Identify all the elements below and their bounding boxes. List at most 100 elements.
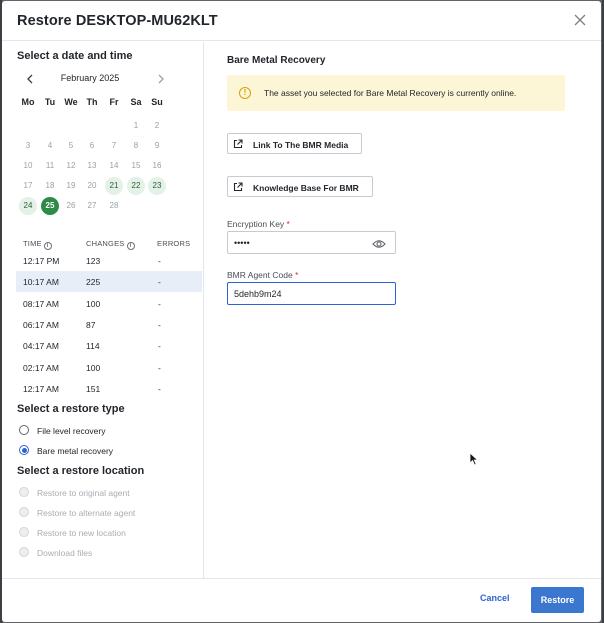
calendar-day: 2 (154, 121, 160, 130)
calendar-day: 8 (133, 141, 139, 150)
calendar-day: 7 (111, 141, 117, 150)
calendar-day: 10 (23, 161, 33, 170)
calendar-day: 12 (66, 161, 76, 170)
errors-column-header: ERRORS (157, 239, 191, 248)
dialog-header: Restore DESKTOP-MU62KLT (2, 1, 601, 41)
weekday-label: Fr (109, 97, 119, 107)
changes-header-label: CHANGES (86, 239, 125, 248)
snapshot-changes: 100 (86, 362, 101, 373)
snapshot-changes: 114 (86, 341, 100, 352)
calendar-day: 3 (25, 141, 31, 150)
restore-dialog: Restore DESKTOP-MU62KLT Select a date an… (2, 1, 601, 622)
snapshot-time: 02:17 AM (23, 362, 59, 373)
calendar-day: 15 (131, 161, 141, 170)
calendar-day[interactable]: 21 (105, 177, 123, 195)
snapshot-time: 12:17 AM (23, 383, 59, 394)
restore-location-radio (19, 547, 29, 557)
snapshot-time: 04:17 AM (23, 341, 59, 352)
restore-location-label: Restore to original agent (37, 488, 130, 498)
required-mark: * (286, 219, 290, 229)
agent-code-label: BMR Agent Code * (227, 270, 298, 280)
restore-button[interactable]: Restore (531, 587, 584, 613)
snapshot-changes: 123 (86, 256, 101, 266)
restore-location-radio (19, 487, 29, 497)
required-mark: * (295, 270, 299, 280)
snapshot-errors: - (158, 341, 161, 352)
info-icon: i (126, 242, 135, 250)
snapshot-row[interactable]: 06:17 AM 87 - (16, 314, 202, 335)
snapshot-row[interactable]: 12:17 AM 151 - (16, 378, 202, 399)
snapshot-row[interactable]: 10:17 AM 225 - (16, 271, 202, 293)
calendar-day: 19 (66, 181, 76, 190)
encryption-key-label: Encryption Key * (227, 219, 290, 229)
weekday-label: Tu (44, 97, 56, 107)
restore-type-radio[interactable] (19, 425, 29, 435)
calendar-day: 14 (109, 161, 119, 170)
cancel-button[interactable]: Cancel (480, 593, 510, 603)
calendar-day: 4 (47, 141, 53, 150)
external-link-icon (233, 182, 243, 192)
calendar-day: 26 (66, 201, 76, 210)
calendar-day[interactable]: 25 (41, 197, 59, 215)
snapshot-row[interactable]: 04:17 AM 114 - (16, 335, 202, 356)
eye-icon[interactable] (372, 239, 386, 249)
online-warning-alert: ! The asset you selected for Bare Metal … (227, 75, 565, 111)
snapshot-errors: - (158, 319, 161, 330)
weekday-label: We (64, 97, 78, 107)
encryption-key-field[interactable] (227, 231, 396, 254)
restore-type-label[interactable]: Bare metal recovery (37, 446, 113, 456)
link-bmr-media-label: Link To The BMR Media (253, 140, 349, 150)
snapshot-changes: 151 (86, 383, 101, 394)
snapshot-errors: - (158, 277, 161, 288)
warning-icon: ! (239, 87, 251, 99)
left-panel: Select a date and time February 2025 Mo T… (2, 42, 204, 578)
restore-type-radio[interactable] (19, 445, 29, 455)
changes-column-header: CHANGES i (86, 239, 135, 250)
calendar-day: 27 (87, 201, 97, 210)
calendar-day: 5 (68, 141, 74, 150)
close-icon[interactable] (573, 13, 587, 27)
chevron-right-icon[interactable] (155, 73, 167, 85)
weekday-label: Th (86, 97, 98, 107)
bmr-title: Bare Metal Recovery (227, 55, 326, 66)
snapshot-time: 08:17 AM (23, 298, 59, 309)
info-icon: i (43, 242, 52, 250)
bmr-agent-code-field[interactable] (227, 282, 396, 305)
calendar-day: 20 (87, 181, 97, 190)
snapshot-time: 06:17 AM (23, 319, 59, 330)
calendar-day[interactable]: 24 (19, 197, 37, 215)
restore-location-radio (19, 527, 29, 537)
restore-location-label: Restore to alternate agent (37, 508, 136, 518)
restore-location-radio (19, 507, 29, 517)
snapshot-errors: - (158, 256, 161, 266)
restore-type-heading: Select a restore type (17, 403, 125, 415)
knowledge-base-button[interactable]: Knowledge Base For BMR (227, 176, 373, 197)
snapshot-changes: 87 (86, 319, 96, 330)
restore-location-heading: Select a restore location (17, 465, 145, 477)
restore-location-label: Restore to new location (37, 528, 126, 538)
snapshot-row[interactable]: 12:17 PM 123 - (16, 250, 202, 271)
snapshot-row[interactable]: 02:17 AM 100 - (16, 357, 202, 378)
calendar-day: 18 (45, 181, 55, 190)
time-header-label: TIME (23, 239, 42, 248)
time-column-header: TIME i (23, 239, 52, 250)
external-link-icon (233, 139, 243, 149)
calendar-day: 1 (133, 121, 139, 130)
knowledge-base-label: Knowledge Base For BMR (253, 183, 359, 193)
calendar-day: 11 (45, 161, 55, 170)
weekday-label: Mo (21, 97, 35, 107)
calendar-day[interactable]: 22 (127, 177, 145, 195)
calendar-day: 6 (89, 141, 95, 150)
snapshot-row[interactable]: 08:17 AM 100 - (16, 293, 202, 314)
dialog-title: Restore DESKTOP-MU62KLT (17, 13, 218, 29)
encryption-key-label-text: Encryption Key (227, 219, 285, 229)
restore-type-label[interactable]: File level recovery (37, 426, 106, 436)
snapshot-errors: - (158, 383, 161, 394)
calendar-day[interactable]: 23 (148, 177, 166, 195)
mouse-pointer-icon (469, 452, 479, 466)
snapshot-errors: - (158, 298, 161, 309)
snapshot-errors: - (158, 362, 161, 373)
calendar-day: 16 (152, 161, 162, 170)
calendar-day: 9 (154, 141, 160, 150)
link-bmr-media-button[interactable]: Link To The BMR Media (227, 133, 362, 154)
